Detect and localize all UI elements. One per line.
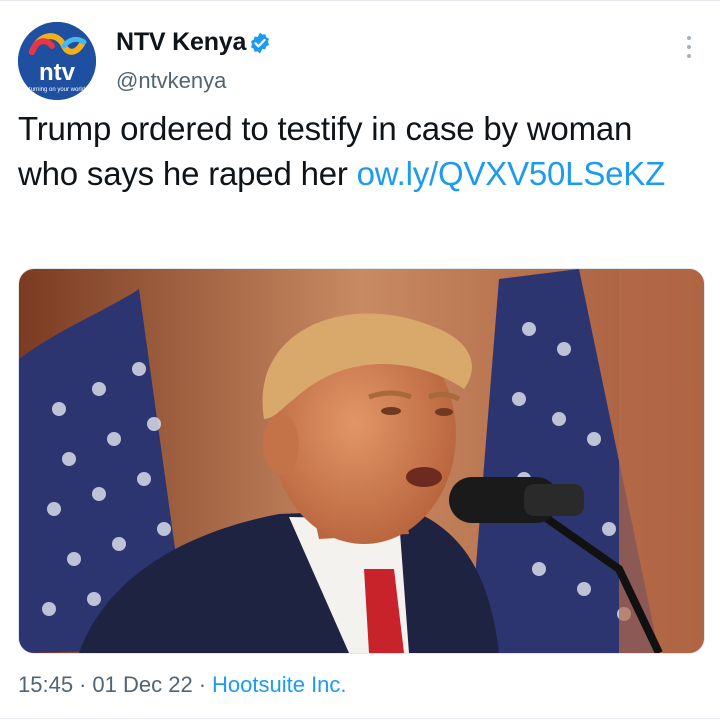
tweet-media-photo[interactable] bbox=[18, 268, 705, 654]
bottom-divider bbox=[0, 718, 720, 719]
photo-of-speaker-at-microphone-icon bbox=[19, 269, 704, 653]
tweet-link[interactable]: ow.ly/QVXV50LSeKZ bbox=[357, 155, 666, 192]
avatar-logo-text: ntv bbox=[39, 59, 76, 86]
verified-badge-icon bbox=[251, 32, 269, 54]
tweet-meta: 15:45 · 01 Dec 22 · Hootsuite Inc. bbox=[18, 672, 347, 698]
author-handle[interactable]: @ntvkenya bbox=[116, 68, 226, 94]
meta-separator: · bbox=[79, 672, 87, 697]
tweet-source[interactable]: Hootsuite Inc. bbox=[212, 672, 347, 697]
meta-separator-2: · bbox=[198, 672, 207, 697]
tweet-text: Trump ordered to testify in case by woma… bbox=[18, 106, 688, 196]
more-options-icon[interactable] bbox=[679, 36, 699, 58]
avatar-tagline: turning on your world bbox=[29, 87, 85, 93]
top-divider bbox=[0, 0, 720, 1]
tweet-time[interactable]: 15:45 bbox=[18, 672, 73, 697]
ntv-logo-icon: ntv turning on your world bbox=[18, 22, 96, 100]
tweet-date[interactable]: 01 Dec 22 bbox=[92, 672, 192, 697]
author-display-name[interactable]: NTV Kenya bbox=[116, 28, 246, 57]
avatar[interactable]: ntv turning on your world bbox=[18, 22, 96, 100]
